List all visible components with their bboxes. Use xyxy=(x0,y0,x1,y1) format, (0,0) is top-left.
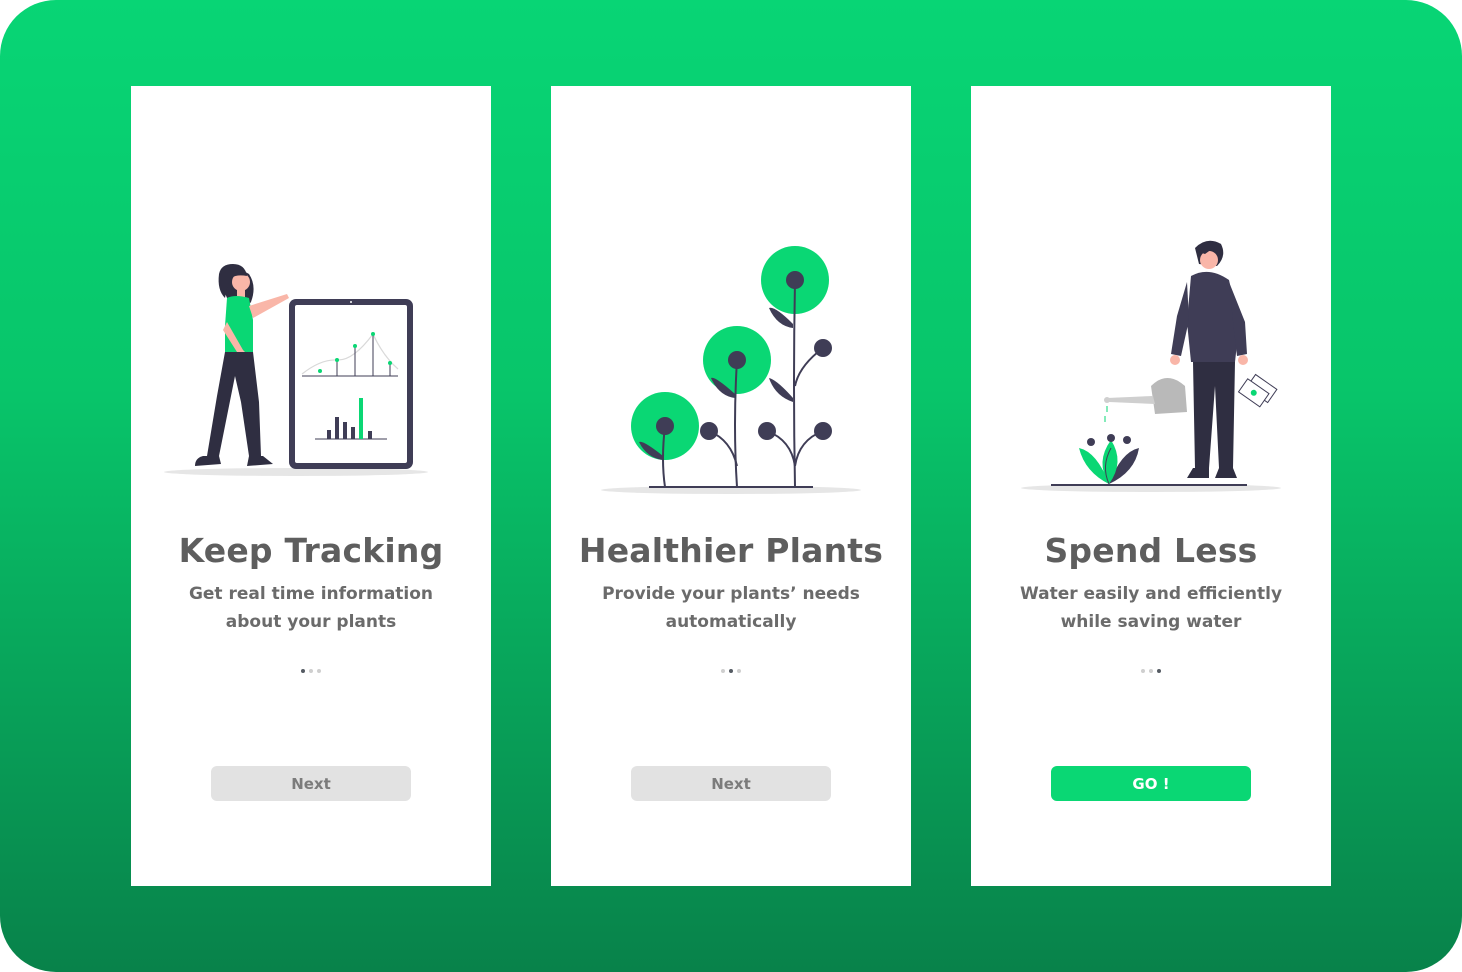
page-indicator xyxy=(971,669,1331,673)
subtitle-line: automatically xyxy=(665,612,797,632)
page-dot[interactable] xyxy=(721,669,725,673)
screen-subtitle: Get real time information about your pla… xyxy=(171,580,451,636)
page-indicator xyxy=(131,669,491,673)
page-dot-active[interactable] xyxy=(729,669,733,673)
go-button[interactable]: GO ! xyxy=(1051,766,1251,801)
screen-subtitle: Provide your plants’ needs automatically xyxy=(591,580,871,636)
screen-title: Keep Tracking xyxy=(178,531,444,570)
onboarding-screen-keep-tracking: Keep Tracking Get real time information … xyxy=(131,86,491,886)
page-dot-active[interactable] xyxy=(1157,669,1161,673)
onboarding-screen-spend-less: Spend Less Water easily and efficiently … xyxy=(971,86,1331,886)
page-indicator xyxy=(551,669,911,673)
screen-title: Healthier Plants xyxy=(578,531,884,570)
app-background: Keep Tracking Get real time information … xyxy=(0,0,1462,972)
page-dot[interactable] xyxy=(737,669,741,673)
man-watering-plant-illustration xyxy=(1021,240,1281,492)
page-dot[interactable] xyxy=(317,669,321,673)
subtitle-line: about your plants xyxy=(225,612,397,632)
screen-subtitle: Water easily and efficiently while savin… xyxy=(1011,580,1291,636)
page-dot-active[interactable] xyxy=(301,669,305,673)
page-dot[interactable] xyxy=(309,669,313,673)
next-button[interactable]: Next xyxy=(211,766,411,801)
onboarding-screen-healthier-plants: Healthier Plants Provide your plants’ ne… xyxy=(551,86,911,886)
page-dot[interactable] xyxy=(1141,669,1145,673)
next-button[interactable]: Next xyxy=(631,766,831,801)
plants-growing-illustration xyxy=(601,246,861,494)
page-dot[interactable] xyxy=(1149,669,1153,673)
subtitle-line: Get real time information xyxy=(188,584,434,604)
woman-tablet-chart-illustration xyxy=(164,264,428,476)
subtitle-line: Provide your plants’ needs xyxy=(602,584,860,604)
subtitle-line: while saving water xyxy=(1060,612,1242,632)
subtitle-line: Water easily and efficiently xyxy=(1019,584,1283,604)
screen-title: Spend Less xyxy=(1044,531,1258,570)
